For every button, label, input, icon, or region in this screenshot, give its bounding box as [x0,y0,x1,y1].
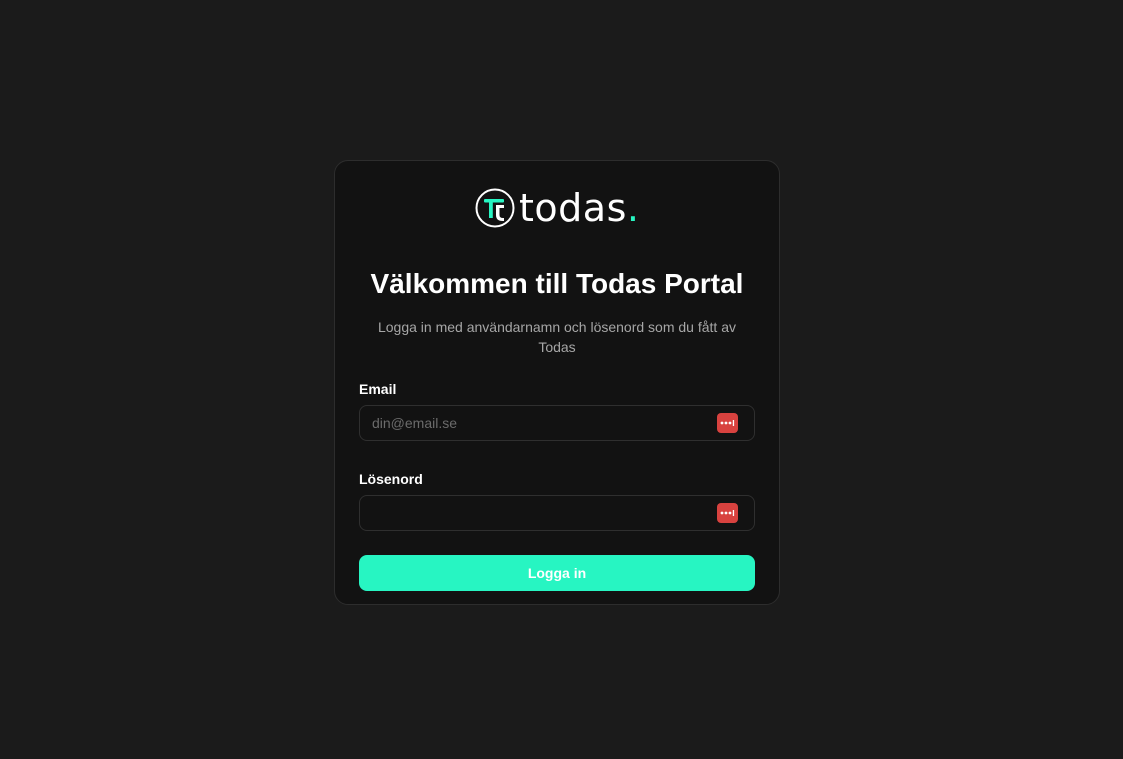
password-manager-icon[interactable] [717,413,738,433]
email-field[interactable] [359,405,755,441]
page-title: Välkommen till Todas Portal [370,268,744,299]
email-label: Email [359,381,397,397]
login-button[interactable]: Logga in [359,555,755,591]
page-subtitle: Logga in med användarnamn och lösenord s… [377,319,736,355]
brand-wordmark: todas [519,186,627,230]
login-card: todas. Välkommen till Todas Portal Logga… [334,160,780,605]
password-field-wrapper [359,495,755,531]
todas-logo-icon [475,188,515,228]
password-label: Lösenord [359,471,423,487]
email-field-wrapper [359,405,755,441]
password-manager-icon[interactable] [717,503,738,523]
password-field[interactable] [359,495,755,531]
brand-dot: . [626,186,639,230]
brand-logo: todas. [359,187,755,229]
